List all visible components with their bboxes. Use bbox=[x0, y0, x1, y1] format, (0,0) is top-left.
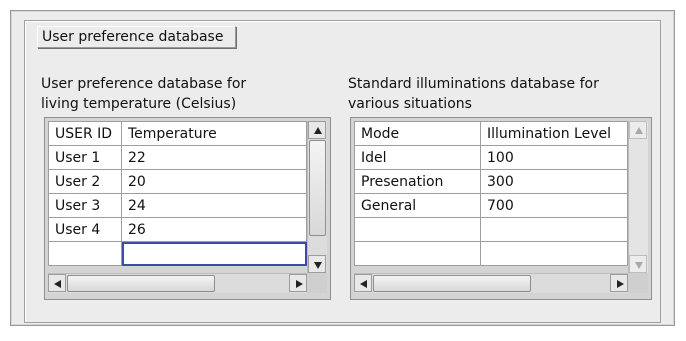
table-cell-empty[interactable] bbox=[480, 241, 628, 266]
table-cell[interactable]: General bbox=[354, 193, 481, 218]
illumination-horizontal-scrollbar[interactable] bbox=[354, 273, 628, 293]
table-cell-empty[interactable] bbox=[354, 217, 481, 242]
table-row: User 4 26 bbox=[48, 217, 307, 242]
temperature-vertical-scrollbar[interactable] bbox=[307, 121, 327, 273]
scroll-left-arrow-icon bbox=[54, 280, 61, 288]
table-cell[interactable]: 100 bbox=[480, 145, 628, 170]
table-row bbox=[354, 241, 628, 266]
scroll-right-button[interactable] bbox=[289, 274, 307, 292]
scroll-left-button[interactable] bbox=[48, 274, 66, 292]
temperature-caption-line2: living temperature (Celsius) bbox=[41, 96, 237, 112]
table-cell-empty[interactable] bbox=[480, 217, 628, 242]
table-row: User 2 20 bbox=[48, 169, 307, 194]
scroll-right-arrow-icon bbox=[617, 280, 624, 288]
scroll-down-button-disabled[interactable] bbox=[629, 255, 647, 273]
temperature-grid: USER ID Temperature User 1 22 User 2 20 … bbox=[48, 121, 307, 266]
table-row: General 700 bbox=[354, 193, 628, 218]
column-header-illumination-level[interactable]: Illumination Level bbox=[480, 121, 628, 146]
table-cell[interactable]: User 2 bbox=[48, 169, 122, 194]
scroll-down-arrow-icon bbox=[635, 262, 643, 269]
table-cell[interactable]: 700 bbox=[480, 193, 628, 218]
scroll-up-arrow-icon bbox=[635, 127, 643, 134]
scrollbar-corner bbox=[307, 273, 327, 293]
table-cell-empty[interactable] bbox=[48, 241, 122, 266]
table-row: Presenation 300 bbox=[354, 169, 628, 194]
scroll-left-arrow-icon bbox=[360, 280, 367, 288]
table-cell-empty[interactable] bbox=[354, 241, 481, 266]
scroll-left-button[interactable] bbox=[354, 274, 372, 292]
table-row bbox=[354, 217, 628, 242]
scroll-up-button-disabled[interactable] bbox=[629, 121, 647, 139]
vertical-scroll-thumb[interactable] bbox=[309, 140, 326, 236]
scroll-down-button[interactable] bbox=[308, 255, 326, 273]
temperature-table: USER ID Temperature User 1 22 User 2 20 … bbox=[44, 117, 331, 300]
illumination-table: Mode Illumination Level Idel 100 Presena… bbox=[350, 117, 652, 300]
group-label: User preference database bbox=[37, 26, 237, 48]
table-cell[interactable]: Presenation bbox=[354, 169, 481, 194]
table-cell[interactable]: 24 bbox=[121, 193, 307, 218]
illumination-vertical-scrollbar[interactable] bbox=[628, 121, 648, 273]
horizontal-scroll-thumb[interactable] bbox=[373, 275, 531, 292]
table-cell[interactable]: User 3 bbox=[48, 193, 122, 218]
table-row: User 1 22 bbox=[48, 145, 307, 170]
table-cell[interactable]: 22 bbox=[121, 145, 307, 170]
table-cell[interactable]: Idel bbox=[354, 145, 481, 170]
scroll-right-arrow-icon bbox=[296, 280, 303, 288]
table-cell[interactable]: 26 bbox=[121, 217, 307, 242]
horizontal-scroll-thumb[interactable] bbox=[67, 275, 215, 292]
table-cell[interactable]: 20 bbox=[121, 169, 307, 194]
illumination-caption-line1: Standard illuminations database for bbox=[348, 76, 599, 92]
table-row bbox=[48, 241, 307, 266]
scroll-up-arrow-icon bbox=[314, 127, 322, 134]
scroll-up-button[interactable] bbox=[308, 121, 326, 139]
scroll-right-button[interactable] bbox=[610, 274, 628, 292]
table-header-row: Mode Illumination Level bbox=[354, 121, 628, 146]
table-cell[interactable]: User 4 bbox=[48, 217, 122, 242]
table-row: User 3 24 bbox=[48, 193, 307, 218]
column-header-mode[interactable]: Mode bbox=[354, 121, 481, 146]
illumination-grid: Mode Illumination Level Idel 100 Presena… bbox=[354, 121, 628, 266]
scrollbar-corner bbox=[628, 273, 648, 293]
column-header-user-id[interactable]: USER ID bbox=[48, 121, 122, 146]
scroll-down-arrow-icon bbox=[314, 262, 322, 269]
column-header-temperature[interactable]: Temperature bbox=[121, 121, 307, 146]
table-cell-active-editor[interactable] bbox=[121, 241, 307, 266]
table-header-row: USER ID Temperature bbox=[48, 121, 307, 146]
temperature-horizontal-scrollbar[interactable] bbox=[48, 273, 307, 293]
table-row: Idel 100 bbox=[354, 145, 628, 170]
table-cell[interactable]: 300 bbox=[480, 169, 628, 194]
illumination-caption-line2: various situations bbox=[348, 96, 472, 112]
table-cell[interactable]: User 1 bbox=[48, 145, 122, 170]
temperature-caption-line1: User preference database for bbox=[41, 76, 247, 92]
